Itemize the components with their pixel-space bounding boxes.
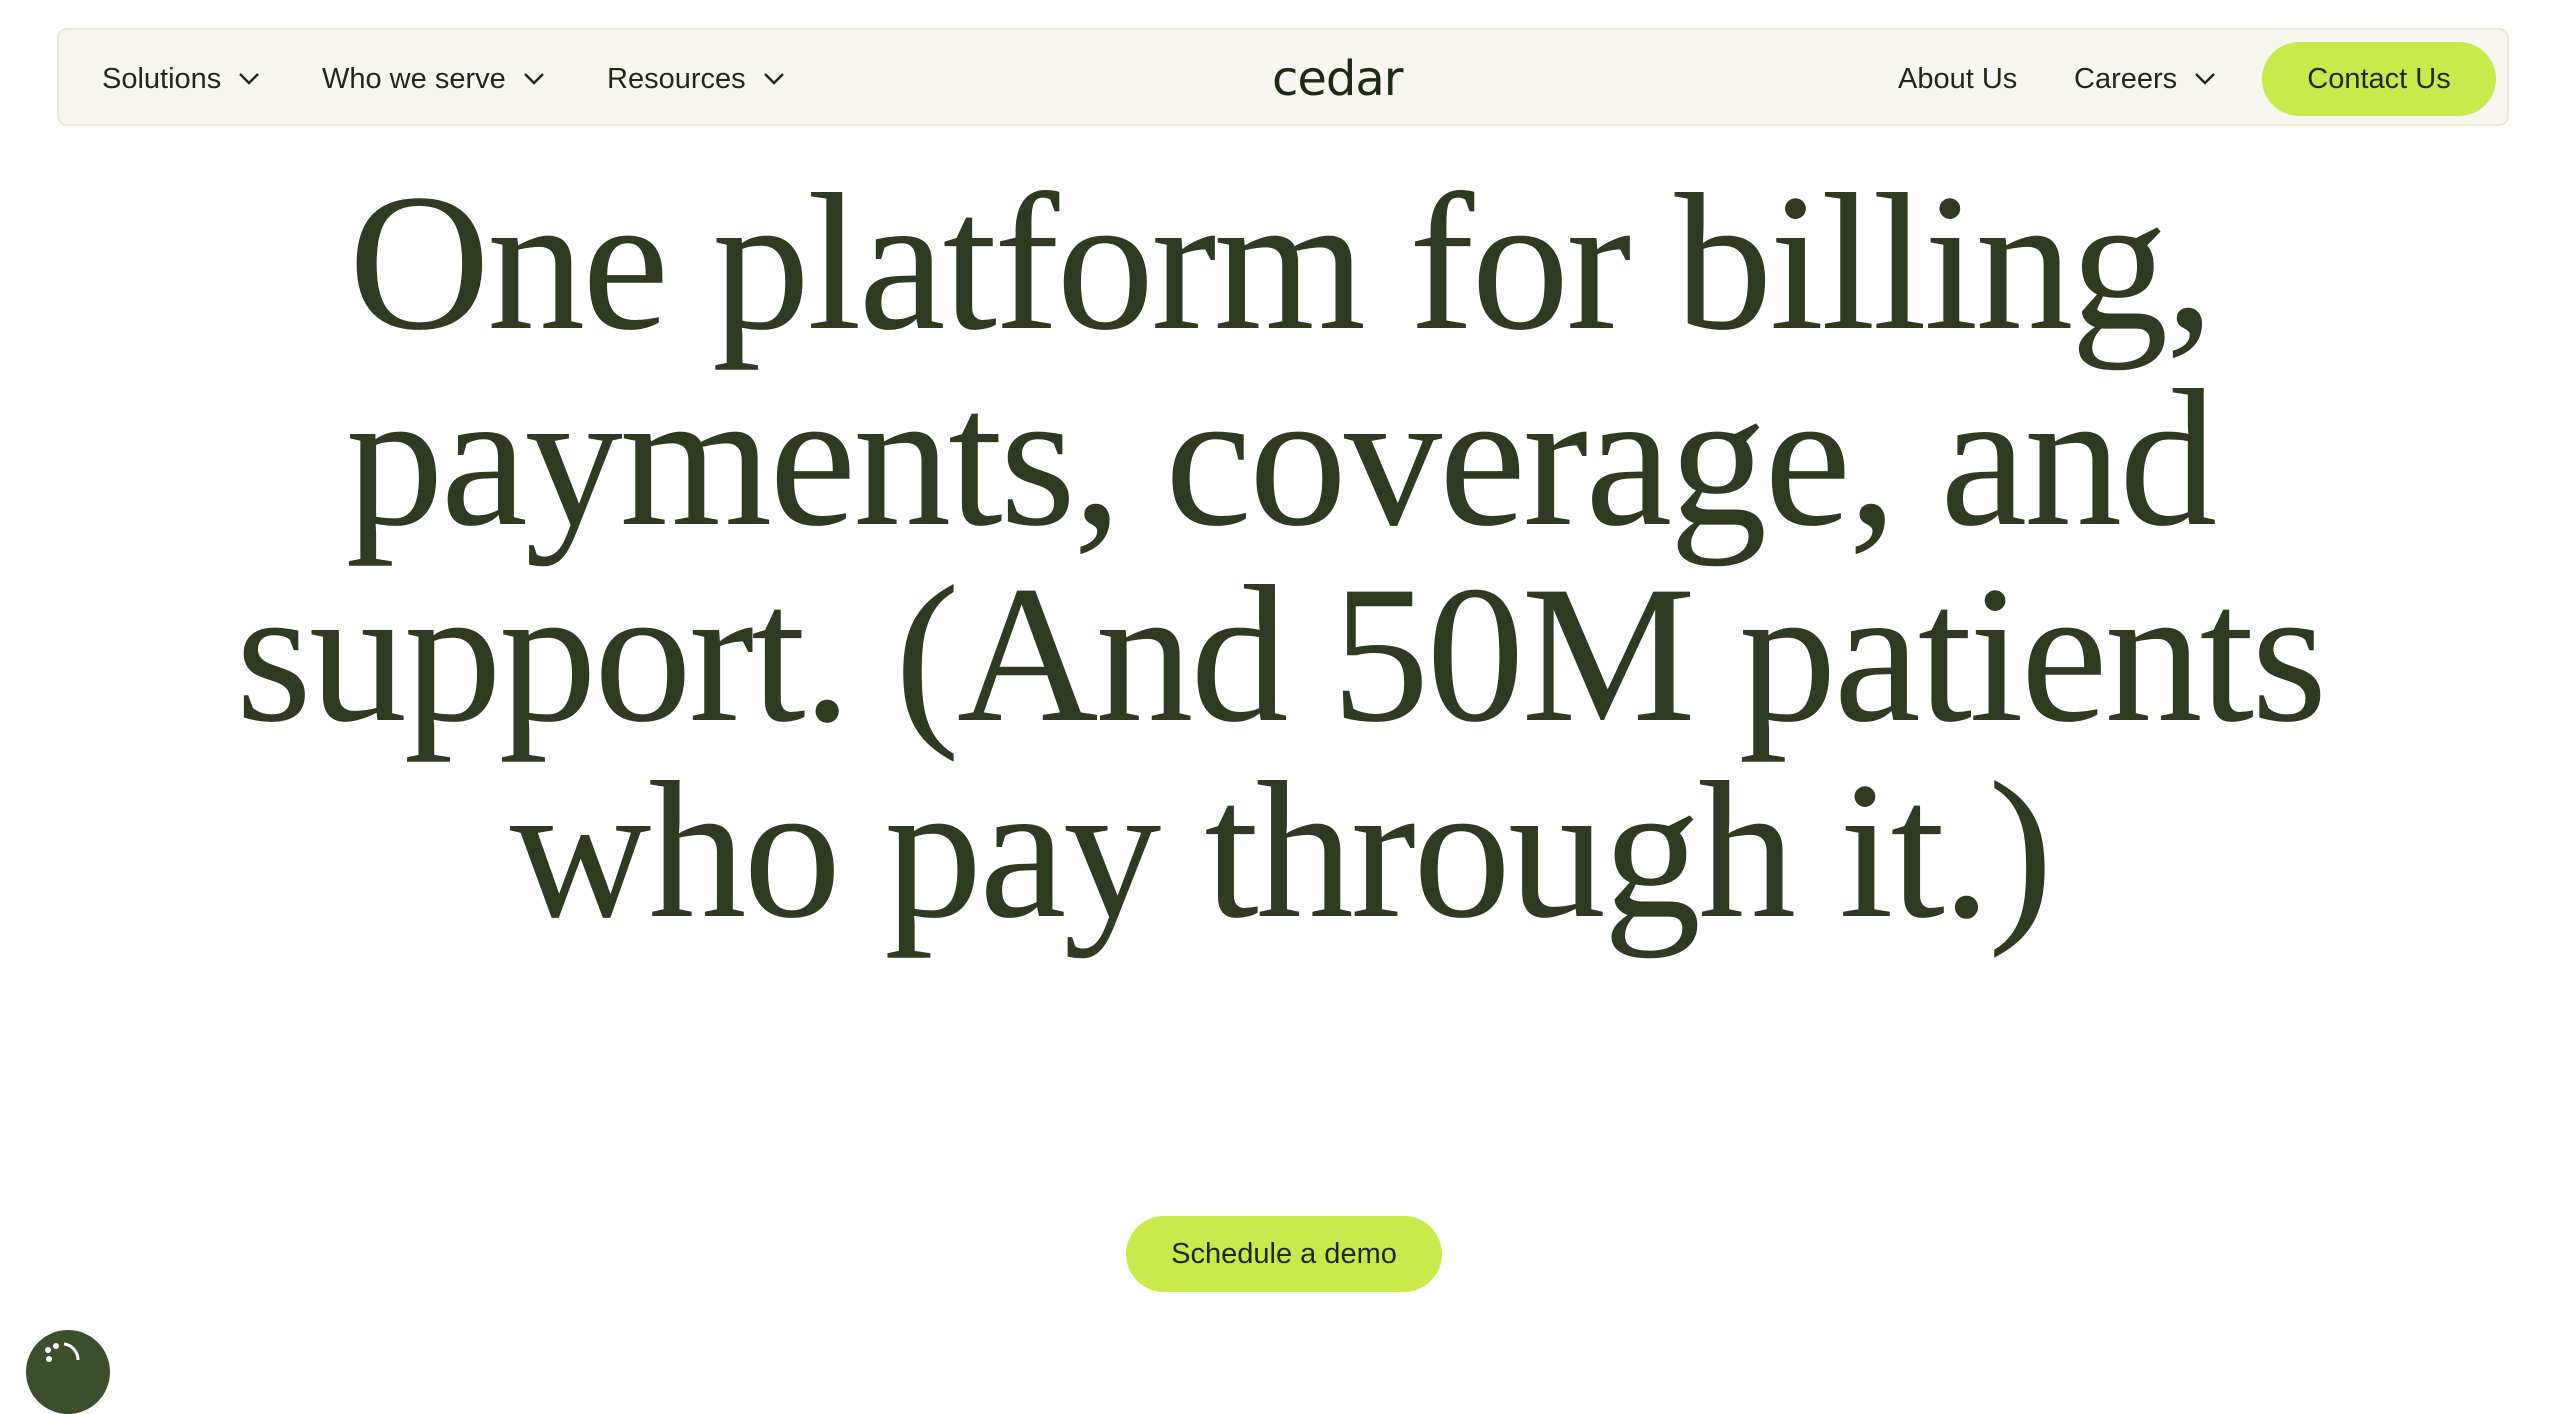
nav-solutions-dropdown[interactable]: Solutions	[102, 30, 261, 128]
chevron-down-icon	[237, 67, 261, 91]
top-navigation-bar: Solutions Who we serve Resources cedar A…	[57, 28, 2509, 126]
chevron-down-icon	[2193, 67, 2217, 91]
nav-solutions-label: Solutions	[102, 62, 222, 95]
nav-resources-label: Resources	[607, 62, 746, 95]
nav-who-we-serve-label: Who we serve	[322, 62, 506, 95]
nav-careers-label: Careers	[2074, 62, 2178, 95]
hero-headline-line: who pay through it.)	[509, 742, 2053, 959]
schedule-demo-button[interactable]: Schedule a demo	[1126, 1216, 1442, 1292]
nav-resources-dropdown[interactable]: Resources	[607, 30, 786, 128]
nav-about-us-label: About Us	[1898, 62, 2018, 95]
nav-who-we-serve-dropdown[interactable]: Who we serve	[322, 30, 546, 128]
accessibility-widget-button[interactable]	[26, 1330, 110, 1414]
accessibility-icon	[26, 1330, 110, 1414]
nav-about-us-link[interactable]: About Us	[1898, 30, 2017, 128]
hero-headline-line: payments, coverage, and	[345, 350, 2217, 567]
cedar-logo[interactable]: cedar	[1272, 30, 1404, 128]
nav-careers-dropdown[interactable]: Careers	[2074, 30, 2217, 128]
hero-headline-line: One platform for billing,	[348, 154, 2215, 371]
chevron-down-icon	[762, 67, 786, 91]
contact-us-button[interactable]: Contact Us	[2262, 42, 2496, 116]
hero-headline: One platform for billing, payments, cove…	[180, 165, 2380, 949]
hero-headline-line: support. (And 50M patients	[235, 546, 2328, 763]
chevron-down-icon	[522, 67, 546, 91]
